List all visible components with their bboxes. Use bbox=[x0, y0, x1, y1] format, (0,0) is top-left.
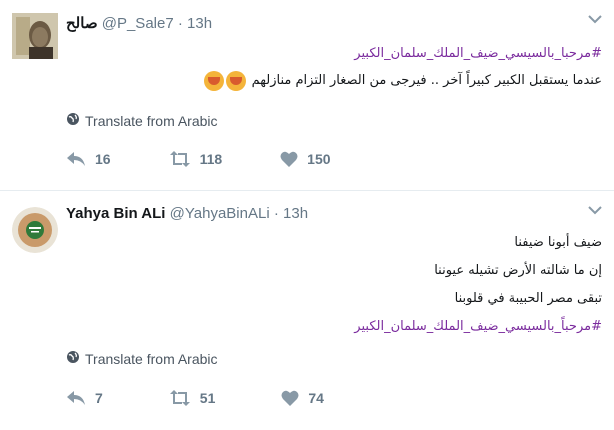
user-handle[interactable]: @YahyaBinALi bbox=[170, 205, 270, 222]
tweet-text: ضيف أبونا ضيفنا إن ما شالته الأرض تشيله … bbox=[82, 229, 602, 341]
retweet-count: 51 bbox=[199, 390, 216, 406]
tweet-line: تبقى مصر الحبيبة في قلوبنا bbox=[454, 291, 602, 306]
tweet-line-text: عندما يستقبل الكبير كبيراً آخر .. فيرجى … bbox=[251, 73, 602, 88]
tweet-2[interactable]: Yahya Bin ALi @YahyaBinALi · 13h ضيف أبو… bbox=[0, 191, 614, 430]
timestamp[interactable]: 13h bbox=[187, 15, 212, 32]
hashtag-link[interactable]: #مرحبا_بالسيسي_ضيف_الملك_سلمان_الكبير bbox=[82, 40, 602, 67]
like-button[interactable]: 74 bbox=[281, 390, 324, 406]
avatar[interactable] bbox=[12, 13, 58, 59]
tweet-text: #مرحبا_بالسيسي_ضيف_الملك_سلمان_الكبير عن… bbox=[82, 40, 602, 94]
retweet-icon bbox=[169, 151, 191, 167]
reply-count: 7 bbox=[95, 390, 103, 406]
like-icon bbox=[281, 390, 299, 406]
separator-dot: · bbox=[177, 15, 183, 32]
tweet-line: ضيف أبونا ضيفنا bbox=[514, 235, 602, 250]
globe-icon bbox=[66, 112, 80, 129]
hashtag-link[interactable]: #مرحباً_بالسيسي_ضيف_الملك_سلمان_الكبير bbox=[82, 313, 602, 341]
globe-icon bbox=[66, 350, 80, 367]
tweet-actions: 16 118 150 bbox=[66, 150, 389, 168]
translate-label: Translate from Arabic bbox=[85, 112, 218, 129]
reply-button[interactable]: 7 bbox=[66, 389, 103, 407]
like-icon bbox=[280, 151, 298, 167]
like-count: 150 bbox=[307, 151, 331, 167]
smiling-emoji-icon bbox=[204, 70, 225, 91]
caret-down-icon[interactable] bbox=[588, 14, 602, 24]
caret-down-icon[interactable] bbox=[588, 205, 602, 215]
tweet-line: إن ما شالته الأرض تشيله عيوننا bbox=[434, 263, 602, 278]
timestamp[interactable]: 13h bbox=[283, 205, 308, 222]
reply-icon bbox=[66, 150, 86, 168]
reply-button[interactable]: 16 bbox=[66, 150, 111, 168]
smiling-emoji-icon bbox=[226, 70, 247, 91]
translate-label: Translate from Arabic bbox=[85, 350, 218, 367]
tweet-header: صالح @P_Sale7 · 13h bbox=[66, 14, 216, 32]
reply-count: 16 bbox=[95, 151, 111, 167]
separator-dot: · bbox=[273, 205, 279, 222]
tweet-1[interactable]: صالح @P_Sale7 · 13h #مرحبا_بالسيسي_ضيف_ا… bbox=[0, 0, 614, 191]
like-button[interactable]: 150 bbox=[280, 151, 331, 167]
display-name[interactable]: صالح bbox=[66, 15, 98, 32]
tweet-actions: 7 51 74 bbox=[66, 389, 382, 407]
tweet-line: عندما يستقبل الكبير كبيراً آخر .. فيرجى … bbox=[82, 67, 602, 94]
reply-icon bbox=[66, 389, 86, 407]
translate-link[interactable]: Translate from Arabic bbox=[66, 112, 218, 129]
tweet-header: Yahya Bin ALi @YahyaBinALi · 13h bbox=[66, 205, 308, 222]
display-name[interactable]: Yahya Bin ALi bbox=[66, 205, 165, 222]
retweet-button[interactable]: 118 bbox=[169, 151, 223, 167]
retweet-count: 118 bbox=[199, 151, 223, 167]
retweet-button[interactable]: 51 bbox=[169, 390, 216, 406]
user-handle[interactable]: @P_Sale7 bbox=[102, 15, 174, 32]
retweet-icon bbox=[169, 390, 191, 406]
like-count: 74 bbox=[308, 390, 324, 406]
avatar[interactable] bbox=[12, 207, 58, 253]
translate-link[interactable]: Translate from Arabic bbox=[66, 350, 218, 367]
